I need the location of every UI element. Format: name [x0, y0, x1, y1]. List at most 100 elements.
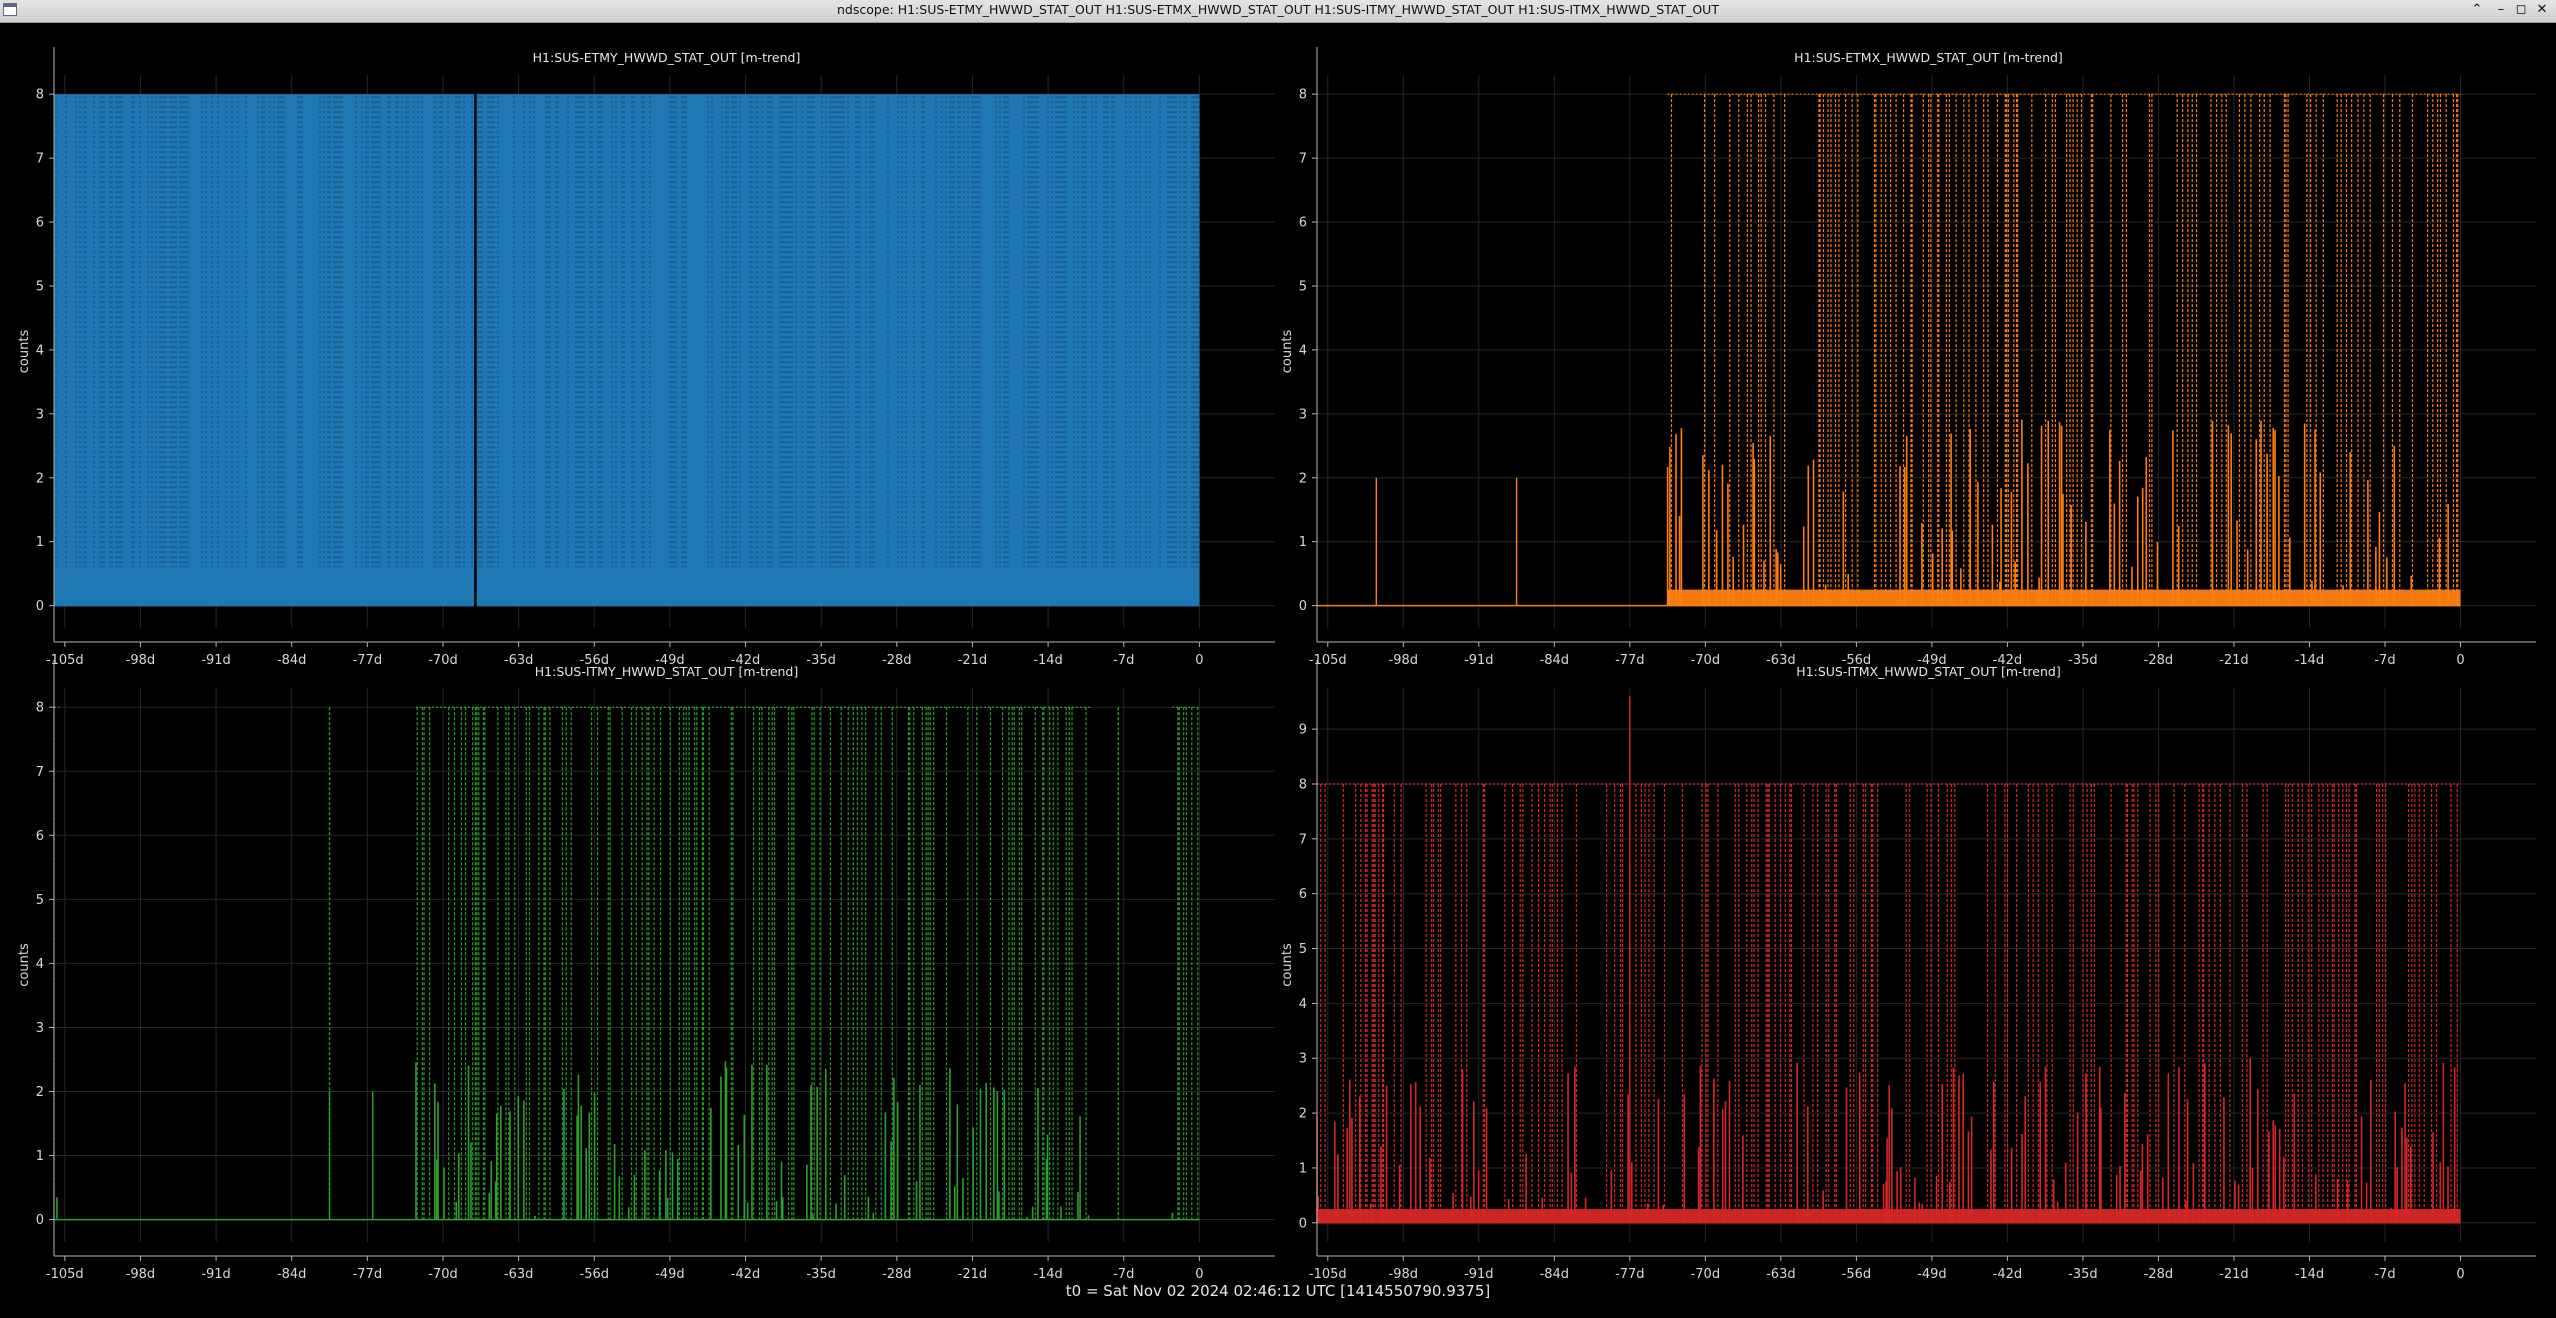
x-tick-label: -49d: [655, 1267, 685, 1278]
y-tick-label: 5: [36, 893, 44, 908]
x-tick-label: -7d: [1113, 1267, 1134, 1278]
x-tick-label: -7d: [1113, 653, 1134, 668]
y-tick-label: 5: [1299, 279, 1307, 294]
chart-panel-1[interactable]: -105d -98d -91d -84d -77d -70d -63d -56d -49d -42…: [17, 47, 1275, 668]
x-tick-label: -35d: [806, 1267, 836, 1278]
y-tick-label: 1: [36, 535, 44, 550]
x-tick-label: -70d: [1691, 653, 1721, 668]
y-axis-label: counts: [1280, 330, 1295, 374]
y-tick-label: 6: [36, 216, 44, 231]
x-tick-label: -77d: [353, 653, 383, 668]
x-tick-label: -14d: [2295, 1267, 2325, 1278]
y-tick-label: 8: [1299, 88, 1307, 103]
y-axis-label: counts: [17, 330, 32, 374]
chart-title: H1:SUS-ETMY_HWWD_STAT_OUT [m-trend]: [533, 50, 801, 65]
y-tick-label: 1: [1299, 1161, 1307, 1176]
x-tick-label: -14d: [1033, 653, 1063, 668]
y-tick-label: 8: [1299, 777, 1307, 792]
y-tick-label: 6: [36, 829, 44, 844]
x-tick-label: -35d: [2068, 653, 2098, 668]
x-tick-label: -7d: [2374, 1267, 2395, 1278]
y-tick-label: 4: [1299, 997, 1307, 1012]
window-maximize-up-button[interactable]: ⌃: [2468, 1, 2486, 19]
y-tick-label: 7: [1299, 152, 1307, 167]
y-tick-label: 0: [1299, 599, 1307, 614]
y-tick-label: 2: [1299, 471, 1307, 486]
y-tick-label: 2: [1299, 1107, 1307, 1122]
chart-panel-2[interactable]: -105d -98d -91d -84d -77d -70d -63d -56d -49d -42…: [1280, 47, 2536, 668]
x-tick-label: -77d: [1615, 653, 1645, 668]
grid: [54, 688, 1275, 1242]
x-tick-label: -28d: [2144, 1267, 2174, 1278]
x-tick-label: -56d: [580, 1267, 610, 1278]
x-tick-label: -35d: [806, 653, 836, 668]
x-tick-label: -70d: [428, 1267, 458, 1278]
y-tick-label: 4: [1299, 343, 1307, 358]
x-tick-label: 0: [2456, 1267, 2464, 1278]
y-tick-label: 1: [1299, 535, 1307, 550]
y-tick-label: 8: [36, 701, 44, 716]
y-tick-label: 0: [36, 599, 44, 614]
x-tick-label: -7d: [2374, 653, 2395, 668]
x-tick-label: -28d: [882, 653, 912, 668]
x-tick-label: -98d: [1389, 653, 1419, 668]
y-tick-label: 3: [1299, 407, 1307, 422]
y-tick-label: 3: [36, 1021, 44, 1036]
y-tick-label: 9: [1299, 723, 1307, 738]
y-tick-label: 6: [1299, 887, 1307, 902]
x-tick-label: -98d: [126, 1267, 156, 1278]
x-tick-label: -21d: [2219, 1267, 2249, 1278]
window-minimize-button[interactable]: –: [2492, 1, 2510, 19]
x-tick-label: -14d: [2295, 653, 2325, 668]
chart-panel-3[interactable]: -105d -98d -91d -84d -77d -70d -63d -56d -49d -42…: [17, 660, 1275, 1278]
y-tick-label: 5: [1299, 942, 1307, 957]
series-trace: [1316, 696, 2461, 1224]
grid: [1317, 75, 2536, 628]
x-tick-label: -84d: [1540, 1267, 1570, 1278]
y-tick-label: 4: [36, 343, 44, 358]
series-trace: [54, 93, 1200, 607]
chart-panel-4[interactable]: -105d -98d -91d -84d -77d -70d -63d -56d -49d -42…: [1280, 660, 2536, 1278]
y-tick-label: 3: [1299, 1052, 1307, 1067]
x-tick-label: -42d: [731, 1267, 761, 1278]
y-tick-label: 7: [1299, 832, 1307, 847]
x-tick-label: -98d: [126, 653, 156, 668]
x-tick-label: -63d: [504, 653, 534, 668]
x-tick-label: -70d: [1691, 1267, 1721, 1278]
x-tick-label: -49d: [1917, 1267, 1947, 1278]
max-trend-fill: [54, 94, 1200, 606]
x-tick-label: -70d: [428, 653, 458, 668]
x-tick-label: -105d: [1309, 653, 1347, 668]
x-tick-label: -56d: [1842, 1267, 1872, 1278]
x-tick-label: -77d: [1615, 1267, 1645, 1278]
x-tick-label: 0: [1195, 1267, 1203, 1278]
window-restore-button[interactable]: ◻: [2512, 1, 2530, 19]
x-tick-label: 0: [2456, 653, 2464, 668]
t0-timestamp: t0 = Sat Nov 02 2024 02:46:12 UTC [14145…: [1065, 1282, 1491, 1300]
chart-title: H1:SUS-ITMX_HWWD_STAT_OUT [m-trend]: [1796, 664, 2060, 679]
y-tick-label: 0: [1299, 1216, 1307, 1231]
y-tick-label: 2: [36, 1085, 44, 1100]
y-tick-label: 3: [36, 407, 44, 422]
x-tick-label: -91d: [201, 1267, 231, 1278]
x-tick-label: -28d: [882, 1267, 912, 1278]
y-tick-label: 7: [36, 765, 44, 780]
x-tick-label: 0: [1195, 653, 1203, 668]
x-tick-label: -28d: [2144, 653, 2174, 668]
x-tick-label: -63d: [1766, 653, 1796, 668]
x-tick-label: -105d: [1309, 1267, 1347, 1278]
plots-area[interactable]: -105d -98d -91d -84d -77d -70d -63d -56d -49d -42…: [0, 23, 2556, 1278]
x-tick-label: -42d: [1993, 1267, 2023, 1278]
x-tick-label: -98d: [1389, 1267, 1419, 1278]
y-tick-label: 2: [36, 471, 44, 486]
chart-title: H1:SUS-ETMX_HWWD_STAT_OUT [m-trend]: [1794, 50, 2063, 65]
window-close-button[interactable]: ✕: [2533, 1, 2551, 19]
y-tick-label: 5: [36, 279, 44, 294]
x-tick-label: -91d: [1464, 1267, 1494, 1278]
x-tick-label: -84d: [1540, 653, 1570, 668]
x-tick-label: -84d: [277, 1267, 307, 1278]
window-titlebar: ndscope: H1:SUS-ETMY_HWWD_STAT_OUT H1:SU…: [0, 0, 2556, 23]
y-axis-label: counts: [1280, 943, 1295, 987]
y-axis-label: counts: [17, 943, 32, 987]
x-tick-label: -21d: [958, 653, 988, 668]
